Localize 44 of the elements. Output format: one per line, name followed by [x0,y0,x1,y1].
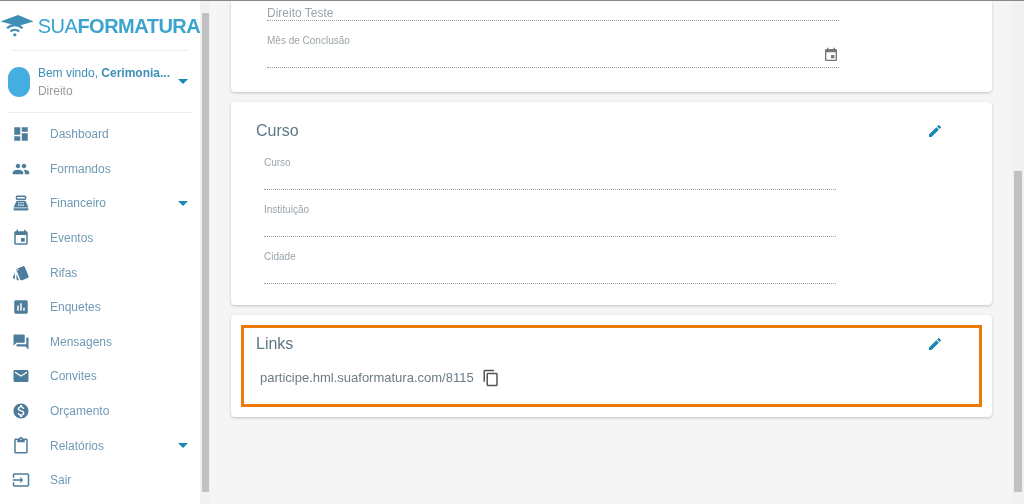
exit-icon [12,471,30,490]
nav-item[interactable]: Convites [0,359,200,394]
nav-item[interactable]: Rifas [0,255,200,290]
dashboard-icon [12,125,30,144]
copy-icon [481,368,500,387]
caret-icon[interactable] [178,79,188,84]
logo-text: SUAFORMATURA [37,13,201,39]
nav-item[interactable]: Eventos [0,220,200,256]
field-label: Instituição [264,203,311,217]
welcome-text: Bem vindo, Cerimonia... [37,64,170,82]
copy-button[interactable] [481,368,500,387]
field-label: Cidade [264,250,297,264]
dollar-icon [12,402,30,421]
field-label: Mês de Conclusão [267,34,351,48]
nav-item[interactable]: Orçamento [0,393,200,429]
user-course: Direito [37,82,74,100]
sidebar-scrollbar[interactable] [200,1,210,504]
card-title: Curso [256,121,299,141]
logo-icon [0,14,34,37]
caret-icon[interactable] [178,201,188,206]
pencil-icon [927,336,943,352]
pencil-icon [927,123,943,139]
tags-icon [12,263,30,282]
page-scrollbar[interactable] [1012,1,1024,504]
text-field[interactable]: Direito Teste [267,1,839,21]
nav-item[interactable]: Financeiro [0,186,200,221]
cash-register-icon [12,194,30,213]
calendar-icon[interactable] [823,47,839,63]
nav-item[interactable]: Enquetes [0,289,200,325]
field-label: Curso [264,156,292,170]
nav-item[interactable]: Sair [0,462,200,498]
caret-icon[interactable] [178,443,188,449]
bar-chart-icon [12,298,30,317]
nav-item[interactable]: Dashboard [0,117,200,152]
chat-icon [12,332,30,351]
clipboard-icon [12,436,30,455]
avatar [8,66,30,97]
calendar-icon [12,229,30,248]
link[interactable]: participe.hml.suaformatura.com/8115 [260,368,474,388]
nav-item[interactable]: Formandos [0,151,200,187]
card-title: Links [256,334,294,354]
nav-item[interactable]: Relatórios [0,428,200,463]
nav-item[interactable]: Mensagens [0,324,200,360]
date-field[interactable] [267,48,839,68]
